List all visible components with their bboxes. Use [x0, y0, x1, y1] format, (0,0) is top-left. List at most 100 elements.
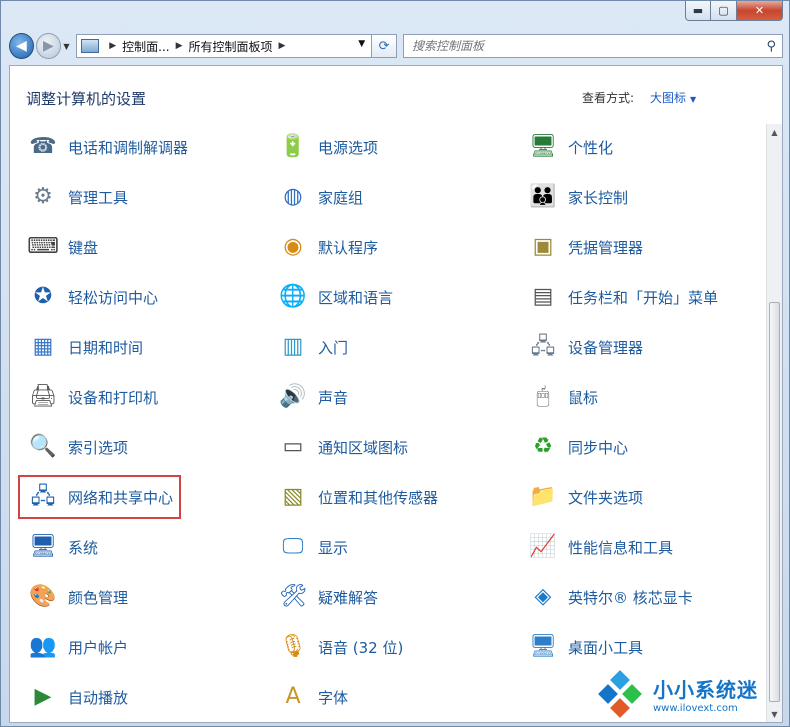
control-panel-item-label[interactable]: 疑难解答 — [318, 587, 378, 608]
content-pane: 调整计算机的设置 查看方式: 大图标 ▼ ☎ 电话和调制解调器 🔋 电源选项 🖥 个性化 ⚙ 管… — [9, 65, 783, 723]
recent-pages-dropdown[interactable]: ▼ — [61, 42, 72, 51]
control-panel-item-label[interactable]: 家长控制 — [568, 187, 628, 208]
control-panel-item[interactable]: 🖧 网络和共享中心 — [17, 475, 182, 519]
control-panel-item-label[interactable]: 用户帐户 — [68, 637, 128, 658]
control-panel-item-label[interactable]: 区域和语言 — [318, 287, 393, 308]
sync-center-icon: ♻ — [533, 434, 553, 459]
control-panel-window: ▬ ▢ ✕ ◀ ▶ ▼ ▶ 控制面... ▶ 所有控制面板项 ▶ ▼ ⟳ ⚲ 调… — [0, 0, 790, 727]
control-panel-item-label[interactable]: 索引选项 — [68, 437, 128, 458]
page-title: 调整计算机的设置 — [26, 90, 147, 108]
control-panel-item-label[interactable]: 文件夹选项 — [568, 487, 643, 508]
control-panel-item-label[interactable]: 显示 — [318, 537, 348, 558]
control-panel-item[interactable]: 🖨 设备和打印机 — [26, 378, 158, 416]
control-panel-item-label[interactable]: 键盘 — [68, 237, 98, 258]
close-button[interactable]: ✕ — [737, 1, 783, 21]
control-panel-item-label[interactable]: 鼠标 — [568, 387, 598, 408]
control-panel-item-label[interactable]: 网络和共享中心 — [68, 487, 173, 508]
control-panel-item[interactable]: 🎨 颜色管理 — [26, 578, 128, 616]
control-panel-item[interactable]: ▧ 位置和其他传感器 — [276, 478, 438, 516]
control-panel-item-label[interactable]: 管理工具 — [68, 187, 128, 208]
control-panel-item[interactable]: ▭ 通知区域图标 — [276, 428, 408, 466]
control-panel-item[interactable]: ♻ 同步中心 — [526, 428, 628, 466]
chevron-right-icon[interactable]: ▶ — [109, 41, 116, 51]
control-panel-item[interactable]: 🖵 显示 — [276, 528, 348, 566]
chevron-down-icon[interactable]: ▼ — [690, 95, 696, 104]
scroll-up-arrow-icon[interactable]: ▲ — [767, 124, 782, 140]
maximize-button[interactable]: ▢ — [711, 1, 737, 21]
control-panel-item-label[interactable]: 默认程序 — [318, 237, 378, 258]
control-panel-item-label[interactable]: 桌面小工具 — [568, 637, 643, 658]
control-panel-item[interactable]: 👥 用户帐户 — [26, 628, 128, 666]
vertical-scrollbar[interactable]: ▲ ▼ — [766, 124, 782, 722]
chevron-right-icon[interactable]: ▶ — [176, 41, 183, 51]
control-panel-item[interactable]: ⚙ 管理工具 — [26, 178, 128, 216]
control-panel-item[interactable]: 📈 性能信息和工具 — [526, 528, 673, 566]
control-panel-item-label[interactable]: 凭据管理器 — [568, 237, 643, 258]
control-panel-item-label[interactable]: 个性化 — [568, 137, 613, 158]
control-panel-item[interactable]: ▥ 入门 — [276, 328, 348, 366]
search-box[interactable]: ⚲ — [402, 34, 783, 58]
control-panel-item-label[interactable]: 颜色管理 — [68, 587, 128, 608]
control-panel-item[interactable]: ⌨ 键盘 — [26, 228, 98, 266]
control-panel-item-label[interactable]: 设备管理器 — [568, 337, 643, 358]
search-icon[interactable]: ⚲ — [766, 39, 776, 54]
search-input[interactable] — [411, 39, 772, 53]
control-panel-item-label[interactable]: 英特尔® 核芯显卡 — [568, 587, 693, 608]
control-panel-item[interactable]: 🔍 索引选项 — [26, 428, 128, 466]
control-panel-item-label[interactable]: 电源选项 — [318, 137, 378, 158]
breadcrumb-item-all-items[interactable]: 所有控制面板项 — [189, 38, 273, 55]
control-panel-item[interactable]: A 字体 — [276, 678, 348, 716]
control-panel-item[interactable]: 🖥 桌面小工具 — [526, 628, 643, 666]
scrollbar-thumb[interactable] — [769, 302, 780, 702]
control-panel-item[interactable]: 🎙 语音 (32 位) — [276, 628, 403, 666]
control-panel-item-label[interactable]: 自动播放 — [68, 687, 128, 708]
control-panel-item[interactable]: 🌐 区域和语言 — [276, 278, 393, 316]
control-panel-item-label[interactable]: 家庭组 — [318, 187, 363, 208]
control-panel-item-label[interactable]: 性能信息和工具 — [568, 537, 673, 558]
control-panel-item[interactable]: ▶ 自动播放 — [26, 678, 128, 716]
control-panel-item[interactable]: ◉ 默认程序 — [276, 228, 378, 266]
control-panel-item[interactable]: ▣ 凭据管理器 — [526, 228, 643, 266]
minimize-button[interactable]: ▬ — [685, 1, 711, 21]
control-panel-item-label[interactable]: 日期和时间 — [68, 337, 143, 358]
chevron-down-icon[interactable]: ▼ — [358, 39, 365, 49]
chevron-right-icon[interactable]: ▶ — [279, 41, 286, 51]
breadcrumb-item-control-panel[interactable]: 控制面... — [122, 38, 169, 55]
control-panel-item-label[interactable]: 任务栏和「开始」菜单 — [568, 287, 718, 308]
fonts-icon: A — [285, 684, 301, 709]
control-panel-item[interactable]: ☎ 电话和调制解调器 — [26, 128, 188, 166]
control-panel-item[interactable]: 🛠 疑难解答 — [276, 578, 378, 616]
view-by-value[interactable]: 大图标 — [650, 91, 686, 105]
breadcrumb[interactable]: ▶ 控制面... ▶ 所有控制面板项 ▶ ▼ — [76, 34, 373, 58]
control-panel-item-label[interactable]: 系统 — [68, 537, 98, 558]
control-panel-item[interactable]: 📁 文件夹选项 — [526, 478, 643, 516]
control-panel-item[interactable]: 🔋 电源选项 — [276, 128, 378, 166]
control-panel-item[interactable]: ◈ 英特尔® 核芯显卡 — [526, 578, 693, 616]
control-panel-item-label[interactable]: 声音 — [318, 387, 348, 408]
view-by-dropdown[interactable]: 大图标 ▼ — [650, 89, 696, 106]
control-panel-item[interactable]: 👪 家长控制 — [526, 178, 628, 216]
control-panel-item[interactable]: ✪ 轻松访问中心 — [26, 278, 158, 316]
refresh-button[interactable]: ⟳ — [372, 34, 397, 58]
control-panel-item[interactable]: ▤ 任务栏和「开始」菜单 — [526, 278, 718, 316]
control-panel-item-label[interactable]: 字体 — [318, 687, 348, 708]
control-panel-item[interactable]: 🖱 鼠标 — [526, 378, 598, 416]
power-options-icon: 🔋 — [279, 134, 307, 159]
back-button[interactable]: ◀ — [9, 33, 34, 59]
control-panel-item-label[interactable]: 通知区域图标 — [318, 437, 408, 458]
control-panel-item[interactable]: 🖥 系统 — [26, 528, 98, 566]
control-panel-item-label[interactable]: 电话和调制解调器 — [68, 137, 188, 158]
network-sharing-icon: 🖧 — [30, 484, 56, 509]
control-panel-item-label[interactable]: 设备和打印机 — [68, 387, 158, 408]
control-panel-item-label[interactable]: 位置和其他传感器 — [318, 487, 438, 508]
control-panel-item-label[interactable]: 轻松访问中心 — [68, 287, 158, 308]
control-panel-item-label[interactable]: 同步中心 — [568, 437, 628, 458]
control-panel-item[interactable]: 🖧 设备管理器 — [526, 328, 643, 366]
control-panel-item[interactable]: 🔊 声音 — [276, 378, 348, 416]
control-panel-item[interactable]: 🖥 个性化 — [526, 128, 613, 166]
forward-button[interactable]: ▶ — [35, 33, 61, 59]
control-panel-item[interactable]: ◍ 家庭组 — [276, 178, 363, 216]
control-panel-item-label[interactable]: 入门 — [318, 337, 348, 358]
control-panel-item-label[interactable]: 语音 (32 位) — [318, 637, 403, 658]
control-panel-item[interactable]: ▦ 日期和时间 — [26, 328, 143, 366]
